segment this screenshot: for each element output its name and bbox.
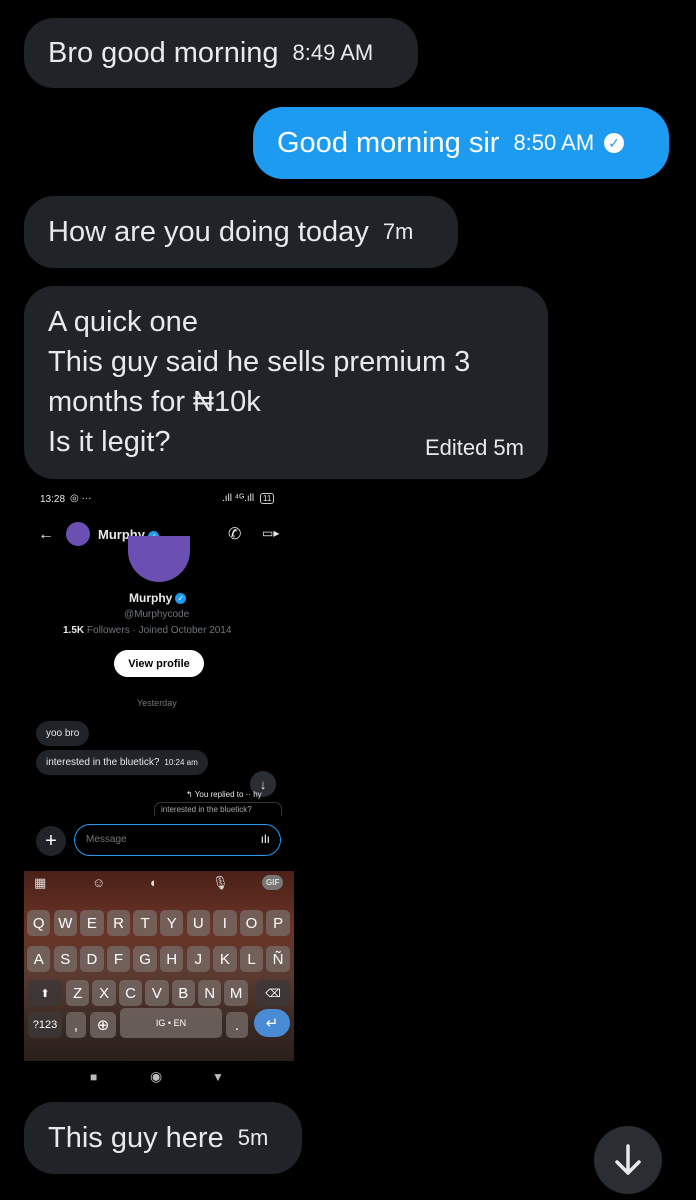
key: P bbox=[266, 910, 290, 936]
view-profile-button[interactable]: View profile bbox=[114, 650, 204, 677]
read-receipt-icon: ✓ bbox=[604, 133, 625, 153]
mini-message-time: 10:24 am bbox=[164, 758, 198, 767]
key: I bbox=[213, 910, 237, 936]
message-input: Message ılı bbox=[74, 824, 281, 856]
period-key: . bbox=[226, 1012, 248, 1038]
emoji-icon: ☺ bbox=[92, 875, 106, 890]
key: H bbox=[160, 946, 184, 972]
followers-label: Followers bbox=[86, 625, 130, 636]
comma-key: , bbox=[66, 1012, 86, 1038]
key: X bbox=[92, 980, 116, 1006]
key: W bbox=[53, 910, 77, 936]
profile-avatar bbox=[128, 536, 190, 582]
key: B bbox=[171, 980, 195, 1006]
reply-note: ↰ You replied to ·· hy bbox=[186, 790, 262, 799]
add-attachment-icon: + bbox=[36, 826, 66, 856]
key: Ñ bbox=[266, 946, 290, 972]
key: O bbox=[239, 910, 264, 936]
key: F bbox=[106, 946, 131, 972]
whatsapp-icon: ◎ ··· bbox=[70, 493, 92, 504]
scroll-to-bottom-button[interactable] bbox=[594, 1126, 662, 1194]
nav-back-icon: ▼ bbox=[212, 1070, 224, 1084]
followers-count: 1.5K bbox=[63, 625, 85, 636]
signal-icon: .ıll ⁴ᴳ.ıll bbox=[222, 493, 255, 504]
voice-wave-icon: ılı bbox=[260, 832, 270, 846]
mini-message: interested in the bluetick? 10:24 am bbox=[36, 750, 208, 775]
status-time: 13:28 bbox=[40, 494, 66, 505]
reply-note-end: hy bbox=[253, 790, 262, 799]
keyboard: ▦ ☺ ◐ 🎙 GIF QWERTYUIOP ASDFGHJKLÑ ZXCVBN… bbox=[24, 871, 294, 1061]
verified-badge-icon: ✓ bbox=[175, 593, 187, 605]
joined-date: · Joined October 2014 bbox=[132, 625, 232, 636]
profile-meta: 1.5K Followers · Joined October 2014 bbox=[63, 625, 231, 636]
message-time: 7m bbox=[382, 219, 414, 244]
message-bubble-incoming[interactable]: How are you doing today 7m bbox=[24, 196, 458, 268]
key: K bbox=[213, 946, 237, 972]
message-time: 8:49 AM bbox=[292, 40, 374, 65]
key: Y bbox=[160, 910, 184, 936]
mini-message-text: interested in the bluetick? bbox=[46, 757, 160, 768]
message-time: Edited 5m bbox=[424, 435, 524, 460]
nav-recents-icon: ■ bbox=[90, 1070, 98, 1084]
phone-call-icon: ✆ bbox=[228, 526, 242, 543]
key: S bbox=[53, 946, 77, 972]
message-text: This guy here bbox=[48, 1122, 224, 1154]
reply-preview: interested in the bluetick? bbox=[154, 802, 282, 816]
message-placeholder: Message bbox=[86, 834, 127, 845]
globe-key-icon: ⊕ bbox=[90, 1012, 116, 1038]
day-separator: Yesterday bbox=[137, 698, 177, 708]
attached-screenshot-image[interactable]: 13:28 ◎ ··· .ıll ⁴ᴳ.ıll 11 ← Murphy✓ ✆ ▭… bbox=[24, 486, 294, 1096]
space-key: IG • EN bbox=[120, 1008, 222, 1038]
message-bubble-incoming[interactable]: This guy here 5m bbox=[24, 1102, 302, 1174]
reply-note-text: You replied to bbox=[194, 790, 244, 799]
key: Q bbox=[27, 910, 51, 936]
message-time: 5m bbox=[237, 1125, 269, 1150]
message-bubble-incoming[interactable]: A quick one This guy said he sells premi… bbox=[24, 286, 548, 479]
gif-icon: GIF bbox=[262, 875, 284, 890]
key: Z bbox=[66, 980, 90, 1006]
key: C bbox=[118, 980, 143, 1006]
key: D bbox=[80, 946, 104, 972]
avatar bbox=[66, 522, 90, 546]
message-bubble-incoming[interactable]: Bro good morning 8:49 AM bbox=[24, 18, 418, 88]
back-arrow-icon: ← bbox=[38, 526, 54, 543]
enter-key-icon: ↵ bbox=[254, 1009, 290, 1037]
message-text: How are you doing today bbox=[48, 216, 369, 248]
mini-message-text: yoo bro bbox=[46, 728, 80, 739]
key: R bbox=[106, 910, 131, 936]
profile-name: Murphy bbox=[129, 591, 173, 605]
mic-icon: 🎙 bbox=[212, 875, 229, 890]
key: V bbox=[145, 980, 169, 1006]
profile-name-wrap: Murphy ✓ bbox=[129, 591, 187, 605]
shift-key-icon: ⬆ bbox=[28, 980, 62, 1006]
profile-handle: @Murphycode bbox=[124, 609, 190, 620]
key: G bbox=[133, 946, 157, 972]
symbols-key: ?123 bbox=[28, 1012, 62, 1038]
apps-grid-icon: ▦ bbox=[34, 875, 47, 890]
nav-home-icon: ◉ bbox=[150, 1068, 163, 1084]
backspace-key-icon: ⌫ bbox=[256, 980, 290, 1006]
arrow-down-icon bbox=[615, 1144, 641, 1175]
message-text: Bro good morning bbox=[48, 37, 279, 69]
message-bubble-outgoing[interactable]: Good morning sir 8:50 AM ✓ bbox=[253, 107, 669, 179]
key: L bbox=[239, 946, 264, 972]
key: T bbox=[133, 910, 157, 936]
key: M bbox=[224, 980, 248, 1006]
key: N bbox=[198, 980, 222, 1006]
key: E bbox=[80, 910, 104, 936]
mini-message: yoo bro bbox=[36, 721, 90, 746]
battery-icon: 11 bbox=[260, 493, 275, 504]
message-time: 8:50 AM bbox=[513, 130, 595, 155]
message-text: Good morning sir bbox=[277, 127, 500, 159]
key: J bbox=[186, 946, 210, 972]
video-call-icon: ▭▸ bbox=[262, 526, 280, 540]
palette-icon: ◐ bbox=[150, 875, 158, 890]
key: U bbox=[186, 910, 210, 936]
key: A bbox=[27, 946, 51, 972]
